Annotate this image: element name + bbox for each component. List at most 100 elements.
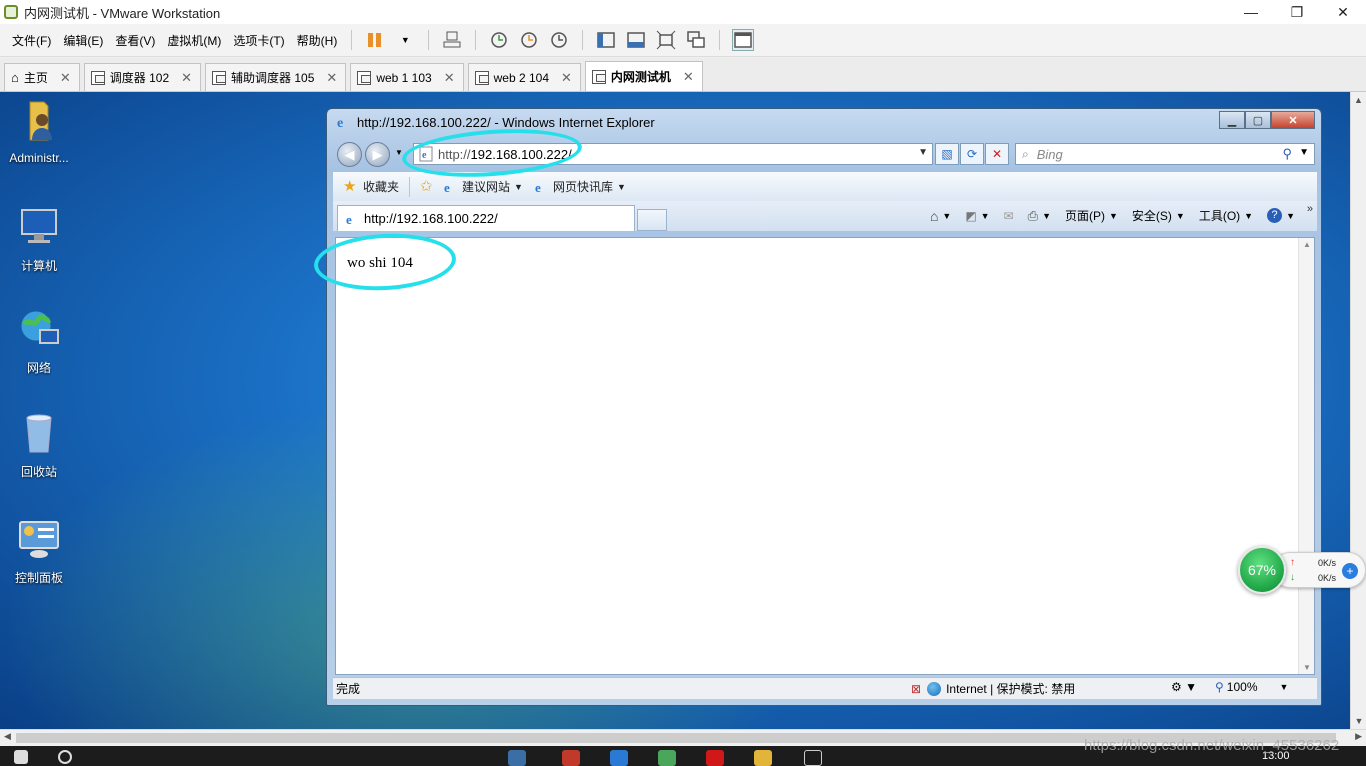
toolbar-separator [582, 30, 584, 50]
console-view-button[interactable] [732, 29, 755, 51]
search-options-dropdown[interactable]: ▼ [1299, 147, 1309, 158]
tab-close-icon[interactable]: ✕ [683, 69, 694, 85]
snapshot-manager-button[interactable] [548, 29, 570, 51]
close-button[interactable]: ✕ [1320, 0, 1366, 24]
refresh-button[interactable]: ⟳ [960, 143, 984, 165]
stop-button[interactable]: ✕ [985, 143, 1009, 165]
tab-close-icon[interactable]: ✕ [561, 70, 572, 86]
vmware-app-icon [4, 5, 18, 19]
memory-usage-ball[interactable]: 67% [1238, 546, 1286, 594]
menu-help[interactable]: 帮助(H) [291, 32, 344, 49]
desktop-icon-network[interactable]: 网络 [0, 306, 78, 376]
tools-menu-label: 工具(O) [1198, 209, 1241, 223]
revert-snapshot-button[interactable] [518, 29, 540, 51]
add-to-favorites-button[interactable]: ✩ [420, 178, 440, 195]
start-icon[interactable] [14, 750, 28, 764]
search-icon[interactable]: ⚲ [1282, 146, 1292, 162]
vm-vertical-scrollbar[interactable]: ▲ ▼ [1350, 92, 1366, 729]
taskbar-app-icon[interactable] [754, 750, 772, 766]
back-button[interactable]: ◀ [337, 142, 362, 167]
web-slice-gallery-link[interactable]: e 网页快讯库 ▼ [533, 178, 626, 195]
taskbar-app-icon[interactable] [610, 750, 628, 766]
menu-file[interactable]: 文件(F) [6, 32, 57, 49]
security-zone[interactable]: ⊠ Internet | 保护模式: 禁用 [911, 680, 1075, 697]
tab-close-icon[interactable]: ✕ [181, 70, 192, 86]
page-menu[interactable]: 页面(P) ▼ [1065, 207, 1118, 224]
unity-button[interactable] [685, 29, 707, 51]
ie-minimize-button[interactable]: ▁ [1219, 111, 1245, 129]
tab-aux-scheduler-105[interactable]: 辅助调度器 105 ✕ [205, 63, 347, 91]
tab-web2-104[interactable]: web 2 104 ✕ [467, 63, 581, 91]
tools-menu[interactable]: 工具(O) ▼ [1199, 207, 1253, 224]
home-button[interactable]: ⌂ ▼ [930, 208, 951, 224]
menu-edit[interactable]: 编辑(E) [57, 32, 109, 49]
tab-close-icon[interactable]: ✕ [326, 70, 337, 86]
desktop-icon-recycle-bin[interactable]: 回收站 [0, 410, 78, 480]
show-thumbnail-bar-button[interactable] [625, 29, 647, 51]
favorites-button[interactable]: ★ 收藏夹 [343, 178, 399, 195]
taskbar-app-icon[interactable] [804, 750, 822, 766]
tab-intranet-test[interactable]: 内网测试机 ✕ [584, 61, 703, 91]
menu-vm[interactable]: 虚拟机(M) [161, 32, 227, 49]
suggested-sites-link[interactable]: e 建议网站 ▼ [442, 178, 523, 195]
taskbar-app-icon[interactable] [706, 750, 724, 766]
snapshot-button[interactable] [488, 29, 510, 51]
vmware-toolbar: 文件(F) 编辑(E) 查看(V) 虚拟机(M) 选项卡(T) 帮助(H) ▼ [0, 24, 1366, 57]
taskbar-app-icon[interactable] [508, 750, 526, 766]
tab-web1-103[interactable]: web 1 103 ✕ [350, 63, 464, 91]
search-placeholder: Bing [1036, 146, 1063, 162]
tab-scheduler-102[interactable]: 调度器 102 ✕ [83, 63, 202, 91]
read-mail-button[interactable]: ✉ [1004, 209, 1014, 223]
show-library-button[interactable] [595, 29, 617, 51]
web-slice-gallery-label: 网页快讯库 [552, 180, 613, 194]
network-speed-widget[interactable]: 67% ↑ 0K/s ↓ 0K/s + [1238, 546, 1366, 594]
new-tab-button[interactable] [637, 209, 667, 231]
full-screen-button[interactable] [655, 29, 677, 51]
address-dropdown-icon[interactable]: ▼ [918, 147, 928, 158]
ie-window[interactable]: e http://192.168.100.222/ - Windows Inte… [326, 108, 1322, 706]
guest-desktop[interactable]: Administr... 计算机 网络 回收站 控制面板 e http://19… [0, 92, 1350, 729]
search-provider-icon: ⌕ [1022, 146, 1029, 161]
desktop-icon-control-panel[interactable]: 控制面板 [0, 516, 78, 586]
taskbar-app-icon[interactable] [658, 750, 676, 766]
tab-home[interactable]: ⌂ 主页 ✕ [4, 63, 80, 91]
toolbar-overflow-icon[interactable]: » [1307, 203, 1313, 215]
full-screen-icon [656, 30, 676, 50]
desktop-icon-computer[interactable]: 计算机 [0, 204, 78, 274]
toolbar-separator [428, 30, 430, 50]
pause-button[interactable] [364, 29, 386, 51]
forward-button[interactable]: ▶ [365, 142, 390, 167]
search-box[interactable]: ⌕ Bing ⚲ ▼ [1015, 143, 1315, 165]
ie-close-button[interactable]: ✕ [1271, 111, 1315, 129]
tab-label: web 2 104 [493, 70, 549, 85]
content-scrollbar[interactable]: ▲ ▼ [1298, 238, 1314, 674]
feeds-button[interactable]: ◩ ▼ [965, 209, 989, 223]
desktop-icon-administrator[interactable]: Administr... [0, 98, 78, 165]
protected-mode-icon[interactable]: ⚙ ▼ [1171, 680, 1197, 694]
speed-plus-icon[interactable]: + [1342, 563, 1358, 579]
zoom-control[interactable]: ⚲ 100% ▼ [1215, 680, 1288, 694]
menu-tabs[interactable]: 选项卡(T) [227, 32, 290, 49]
print-button[interactable]: ⎙ ▼ [1028, 208, 1051, 224]
menu-view[interactable]: 查看(V) [109, 32, 161, 49]
minimize-button[interactable]: — [1228, 0, 1274, 24]
upload-arrow-icon: ↑ [1290, 557, 1295, 568]
page-content[interactable]: wo shi 104 ▲ ▼ [335, 237, 1315, 675]
computer-icon [21, 209, 57, 243]
globe-icon [927, 681, 942, 696]
tab-label: web 1 103 [376, 70, 432, 85]
rss-feed-icon: ◩ [965, 208, 977, 223]
power-dropdown-button[interactable]: ▼ [394, 29, 416, 51]
vm-play-icon [474, 70, 489, 85]
compatibility-view-button[interactable]: ▧ [935, 143, 959, 165]
search-icon[interactable] [58, 750, 72, 764]
restore-button[interactable]: ❐ [1274, 0, 1320, 24]
send-ctrl-alt-del-button[interactable] [441, 29, 463, 51]
ie-maximize-button[interactable]: ▢ [1245, 111, 1271, 129]
safety-menu[interactable]: 安全(S) ▼ [1132, 207, 1185, 224]
tab-close-icon[interactable]: ✕ [60, 70, 71, 86]
taskbar-app-icon[interactable] [562, 750, 580, 766]
help-button[interactable]: ? ▼ [1267, 208, 1295, 223]
tab-close-icon[interactable]: ✕ [444, 70, 455, 86]
ie-tab-current[interactable]: e http://192.168.100.222/ [337, 205, 635, 231]
